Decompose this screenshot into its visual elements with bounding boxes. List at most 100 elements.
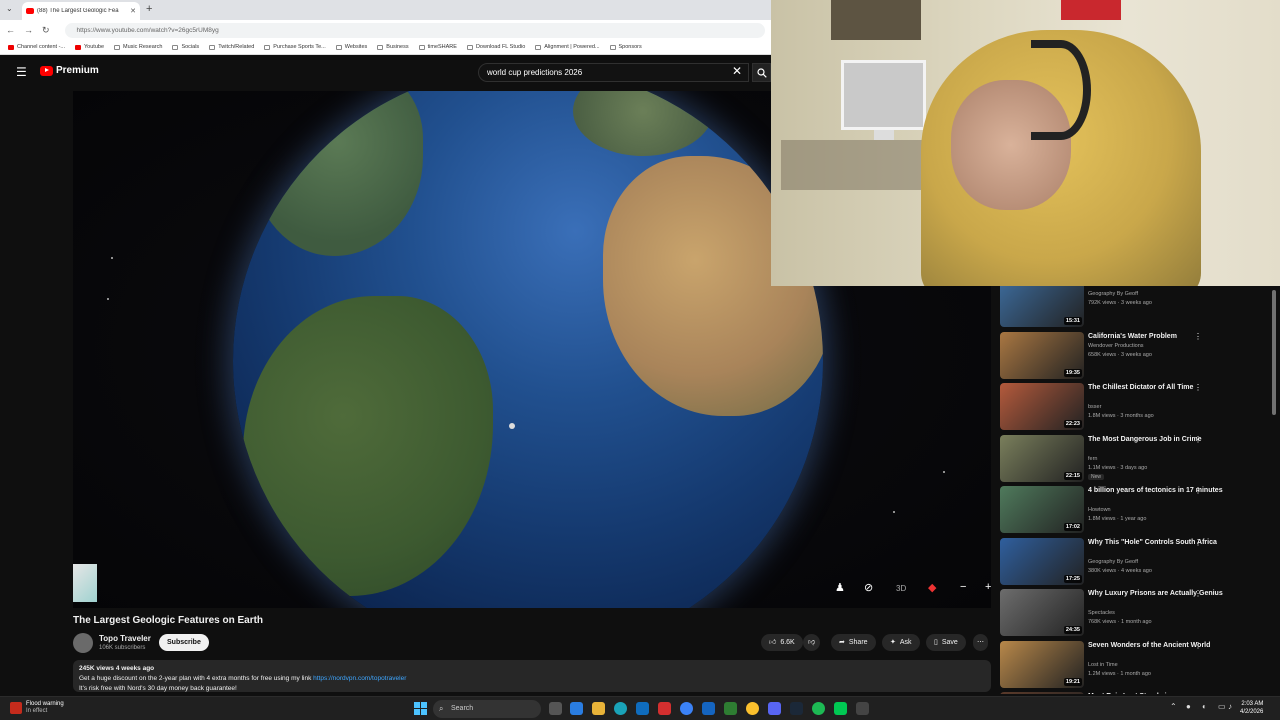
sidebar-scrollbar[interactable] xyxy=(1272,290,1276,415)
video-thumbnail[interactable]: 19:21 xyxy=(1000,640,1084,688)
description-link[interactable]: https://nordvpn.com/topotraveler xyxy=(313,675,406,682)
app-icon[interactable] xyxy=(856,702,869,715)
3d-toggle[interactable]: 3D xyxy=(896,584,906,593)
more-vertical-icon[interactable]: ⋮ xyxy=(1194,538,1202,547)
tab-list-chevron-icon[interactable]: ⌄ xyxy=(6,4,13,13)
more-vertical-icon[interactable]: ⋮ xyxy=(1194,332,1202,341)
youtube-logo[interactable]: Premium xyxy=(40,65,99,76)
clear-search-icon[interactable]: ✕ xyxy=(732,64,742,78)
video-thumbnail[interactable]: 15:31 xyxy=(1000,286,1084,327)
back-icon[interactable]: ← xyxy=(6,25,15,35)
weather-widget[interactable]: Flood warning In effect xyxy=(10,700,64,715)
bookmark-folder[interactable]: Socials xyxy=(172,44,199,50)
more-vertical-icon[interactable]: ⋮ xyxy=(1194,383,1202,392)
bookmark-folder[interactable]: Purchase Sports Te... xyxy=(264,44,326,50)
tray-app-icon[interactable]: ● xyxy=(1186,702,1191,711)
recommended-channel[interactable]: Spectacles xyxy=(1088,610,1115,616)
video-thumbnail[interactable]: 17:25 xyxy=(1000,537,1084,585)
app-icon[interactable] xyxy=(834,702,847,715)
app-icon[interactable] xyxy=(724,702,737,715)
recommended-video[interactable]: 15:31 Indian Ocean Geography By Geoff 792K … xyxy=(1000,286,1275,328)
recommended-channel[interactable]: fern xyxy=(1088,456,1097,462)
bookmark-folder[interactable]: Business xyxy=(377,44,409,50)
zoom-out-icon[interactable]: − xyxy=(960,581,966,593)
video-thumbnail[interactable]: 22:15 xyxy=(1000,434,1084,482)
bookmark-folder[interactable]: Websites xyxy=(335,44,367,50)
compass-icon[interactable]: ◆ xyxy=(928,581,936,594)
more-vertical-icon[interactable]: ⋮ xyxy=(1194,435,1202,444)
recommended-channel[interactable]: Lost in Time xyxy=(1088,662,1118,668)
bookmark-item[interactable]: Channel content -... xyxy=(8,44,65,50)
pegman-icon[interactable]: ♟ xyxy=(835,581,845,594)
recommended-channel[interactable]: Howtown xyxy=(1088,507,1111,513)
save-button[interactable]: ▯ Save xyxy=(926,634,966,651)
recommended-video[interactable]: 17:25 Why This "Hole" Controls South Afri… xyxy=(1000,537,1275,586)
channel-avatar[interactable] xyxy=(73,633,93,653)
task-view-icon[interactable] xyxy=(549,702,562,715)
recommended-title[interactable]: Indian Ocean xyxy=(1088,286,1248,289)
video-thumbnail[interactable] xyxy=(1000,692,1084,694)
recommended-title[interactable]: 4 billion years of tectonics in 17 minut… xyxy=(1088,486,1248,495)
recommended-video[interactable]: 22:23 The Chillest Dictator of All Time bs… xyxy=(1000,383,1275,431)
address-bar[interactable]: https://www.youtube.com/watch?v=26gc5rUM… xyxy=(64,22,765,38)
chrome-icon[interactable] xyxy=(746,702,759,715)
bookmark-item[interactable]: Alignment | Powered... xyxy=(535,44,600,50)
recommended-channel[interactable]: Geography By Geoff xyxy=(1088,559,1138,565)
new-tab-icon[interactable]: + xyxy=(146,3,152,15)
store-icon[interactable] xyxy=(636,702,649,715)
forward-icon[interactable]: → xyxy=(24,25,33,35)
bookmark-item[interactable]: timeSHARE xyxy=(418,44,457,50)
recommended-title[interactable]: Seven Wonders of the Ancient World xyxy=(1088,641,1248,650)
bookmark-folder[interactable]: Twitch/Related xyxy=(209,44,254,50)
app-icon[interactable] xyxy=(680,702,693,715)
recommended-video[interactable]: 24:35 Why Luxury Prisons are Actually Gen… xyxy=(1000,589,1275,637)
network-icon[interactable]: ▭ xyxy=(1218,702,1226,711)
recommended-video[interactable]: 17:02 4 billion years of tectonics in 17 … xyxy=(1000,486,1275,534)
ask-button[interactable]: ✦ Ask xyxy=(882,634,920,651)
start-button[interactable] xyxy=(414,702,427,715)
recommended-channel[interactable]: bsser xyxy=(1088,404,1101,410)
zoom-in-icon[interactable]: + xyxy=(985,581,991,593)
recommended-video[interactable]: 19:21 Seven Wonders of the Ancient World L… xyxy=(1000,640,1275,689)
recommended-channel[interactable]: Geography By Geoff xyxy=(1088,291,1138,297)
recommended-video[interactable]: 22:15 The Most Dangerous Job in Crime fern… xyxy=(1000,434,1275,483)
more-vertical-icon[interactable]: ⋮ xyxy=(1194,641,1202,650)
bookmark-folder[interactable]: Music Research xyxy=(114,44,162,50)
tab-close-icon[interactable]: ✕ xyxy=(130,7,136,15)
map-layer-thumbnail[interactable] xyxy=(73,564,97,602)
system-clock[interactable]: 2:03 AM 4/2/2026 xyxy=(1240,700,1263,716)
app-icon[interactable] xyxy=(570,702,583,715)
bookmark-folder[interactable]: Sponsors xyxy=(609,44,642,50)
volume-icon[interactable]: ♪ xyxy=(1228,702,1232,711)
more-vertical-icon[interactable]: ⋮ xyxy=(1194,589,1202,598)
bookmark-item[interactable]: Download FL Studio xyxy=(466,44,525,50)
search-button[interactable] xyxy=(752,63,771,82)
file-explorer-icon[interactable] xyxy=(592,702,605,715)
spotify-icon[interactable] xyxy=(812,702,825,715)
browser-tab-active[interactable]: (88) The Largest Geologic Fea ✕ xyxy=(22,2,140,20)
rotate-lock-icon[interactable]: ⊘ xyxy=(864,581,873,594)
recommended-title[interactable]: California's Water Problem xyxy=(1088,332,1248,341)
video-thumbnail[interactable]: 22:23 xyxy=(1000,383,1084,430)
video-thumbnail[interactable]: 19:35 xyxy=(1000,331,1084,379)
recommended-title[interactable]: The Chillest Dictator of All Time xyxy=(1088,383,1248,392)
recommended-title[interactable]: The Most Dangerous Job in Crime xyxy=(1088,435,1248,444)
recommended-video[interactable]: 19:35 California's Water Problem Wendover … xyxy=(1000,331,1275,380)
more-actions-button[interactable]: ⋯ xyxy=(973,634,988,651)
more-vertical-icon[interactable]: ⋮ xyxy=(1194,486,1202,495)
channel-name[interactable]: Topo Traveler xyxy=(99,634,151,643)
discord-icon[interactable] xyxy=(768,702,781,715)
share-button[interactable]: ➦ Share xyxy=(831,634,876,651)
edge-icon[interactable] xyxy=(614,702,627,715)
outlook-icon[interactable] xyxy=(702,702,715,715)
video-description[interactable]: 245K views 4 weeks ago Get a huge discou… xyxy=(73,660,991,692)
bookmark-item[interactable]: Youtube xyxy=(75,44,104,50)
reload-icon[interactable]: ↻ xyxy=(42,25,50,36)
like-button[interactable]: 👍︎ 6.6K xyxy=(761,634,803,651)
recommended-title[interactable]: Most Epic Last Stands in xyxy=(1088,692,1248,694)
recommended-title[interactable]: Why This "Hole" Controls South Africa xyxy=(1088,538,1248,547)
tray-overflow-icon[interactable]: ⌃ xyxy=(1170,702,1177,711)
dislike-button[interactable]: 👎︎ xyxy=(803,634,821,651)
video-thumbnail[interactable]: 17:02 xyxy=(1000,486,1084,533)
recommended-video[interactable]: Most Epic Last Stands in xyxy=(1000,692,1275,694)
